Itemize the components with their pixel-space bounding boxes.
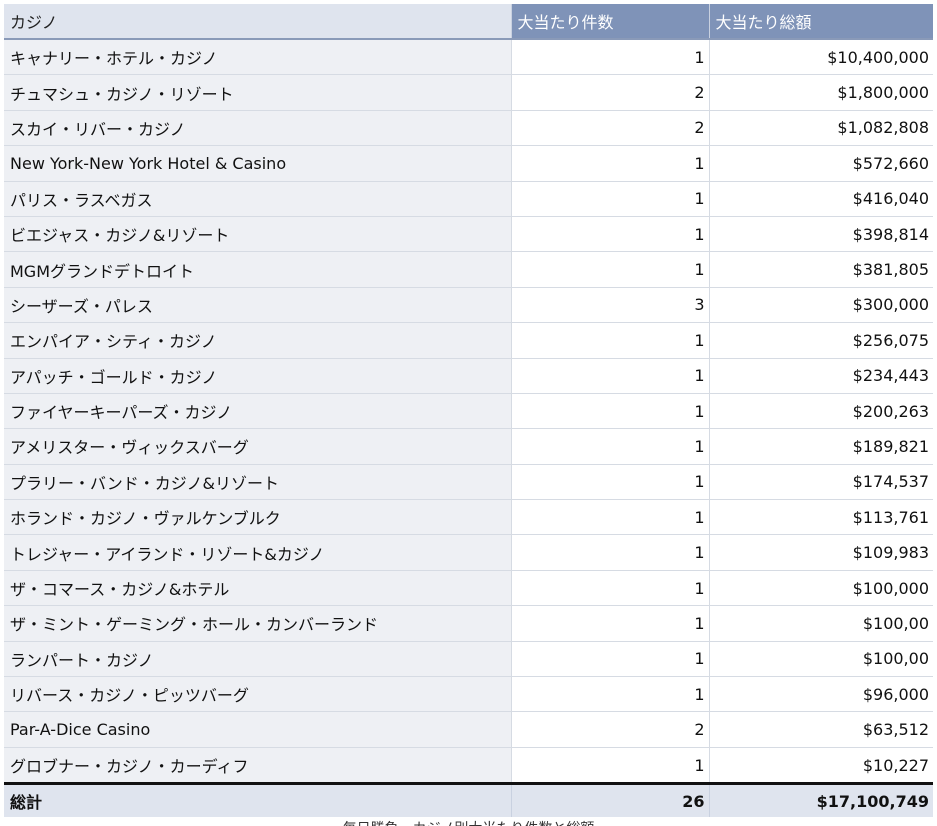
casino-name-cell: エンパイア・シティ・カジノ xyxy=(4,322,511,359)
table-row: ホランド・カジノ・ヴァルケンブルク 1 $113,761 xyxy=(4,499,933,536)
jackpot-total-cell: $300,000 xyxy=(708,287,933,324)
table-row: アメリスター・ヴィックスバーグ 1 $189,821 xyxy=(4,428,933,465)
table-row: ザ・コマース・カジノ&ホテル 1 $100,000 xyxy=(4,570,933,607)
jackpot-count-cell: 1 xyxy=(510,358,709,394)
total-count: 26 xyxy=(510,782,709,818)
table-row: ランパート・カジノ 1 $100,00 xyxy=(4,641,933,678)
casino-name-cell: チュマシュ・カジノ・リゾート xyxy=(4,74,511,111)
jackpot-count-cell: 3 xyxy=(510,287,709,324)
jackpot-total-cell: $174,537 xyxy=(708,464,933,501)
header-row: カジノ 大当たり件数 大当たり総額 xyxy=(4,4,933,40)
jackpot-total-cell: $572,660 xyxy=(708,145,933,182)
casino-name-cell: New York-New York Hotel & Casino xyxy=(4,145,511,182)
table-row: New York-New York Hotel & Casino 1 $572,66… xyxy=(4,145,933,182)
total-amount: $17,100,749 xyxy=(708,782,933,818)
jackpot-count-cell: 2 xyxy=(510,110,709,147)
table-row: エンパイア・シティ・カジノ 1 $256,075 xyxy=(4,322,933,359)
table-row: ファイヤーキーパーズ・カジノ 1 $200,263 xyxy=(4,393,933,430)
jackpot-total-cell: $189,821 xyxy=(708,428,933,465)
jackpot-total-cell: $10,400,000 xyxy=(708,39,933,76)
casino-name-cell: リバース・カジノ・ピッツバーグ xyxy=(4,676,511,713)
table-row: ザ・ミント・ゲーミング・ホール・カンバーランド 1 $100,00 xyxy=(4,605,933,642)
jackpot-total-cell: $234,443 xyxy=(708,358,933,394)
table-row: ビエジャス・カジノ&リゾート 1 $398,814 xyxy=(4,216,933,253)
total-label: 総計 xyxy=(4,782,511,818)
table-row: リバース・カジノ・ピッツバーグ 1 $96,000 xyxy=(4,676,933,713)
jackpot-count-cell: 1 xyxy=(510,181,709,217)
casino-name-cell: スカイ・リバー・カジノ xyxy=(4,110,511,147)
table-row: スカイ・リバー・カジノ 2 $1,082,808 xyxy=(4,110,933,147)
jackpot-total-cell: $381,805 xyxy=(708,251,933,288)
casino-name-cell: トレジャー・アイランド・リゾート&カジノ xyxy=(4,534,511,571)
jackpot-count-cell: 1 xyxy=(510,676,709,713)
jackpot-count-cell: 1 xyxy=(510,216,709,253)
casino-name-cell: アパッチ・ゴールド・カジノ xyxy=(4,358,511,394)
jackpot-total-cell: $100,00 xyxy=(708,641,933,678)
jackpot-count-cell: 1 xyxy=(510,393,709,430)
jackpot-total-cell: $100,00 xyxy=(708,605,933,642)
jackpot-count-cell: 1 xyxy=(510,145,709,182)
casino-name-cell: キャナリー・ホテル・カジノ xyxy=(4,39,511,76)
table-row: キャナリー・ホテル・カジノ 1 $10,400,000 xyxy=(4,39,933,76)
jackpot-total-cell: $256,075 xyxy=(708,322,933,359)
casino-name-cell: ファイヤーキーパーズ・カジノ xyxy=(4,393,511,430)
table-body: キャナリー・ホテル・カジノ 1 $10,400,000 チュマシュ・カジノ・リゾート 2… xyxy=(4,39,933,785)
jackpot-total-cell: $200,263 xyxy=(708,393,933,430)
page: カジノ 大当たり件数 大当たり総額 キャナリー・ホテル・カジノ 1 $10,400,… xyxy=(0,0,937,826)
jackpot-count-cell: 1 xyxy=(510,605,709,642)
total-row: 総計 26 $17,100,749 xyxy=(4,782,933,818)
table-row: Par-A-Dice Casino 2 $63,512 xyxy=(4,711,933,748)
jackpot-count-cell: 2 xyxy=(510,74,709,111)
casino-name-cell: Par-A-Dice Casino xyxy=(4,711,511,748)
jackpot-count-cell: 1 xyxy=(510,428,709,465)
casino-name-cell: ザ・ミント・ゲーミング・ホール・カンバーランド xyxy=(4,605,511,642)
jackpot-count-cell: 1 xyxy=(510,641,709,678)
table-row: プラリー・バンド・カジノ&リゾート 1 $174,537 xyxy=(4,464,933,501)
casino-name-cell: ビエジャス・カジノ&リゾート xyxy=(4,216,511,253)
jackpot-count-cell: 1 xyxy=(510,570,709,607)
jackpot-total-cell: $63,512 xyxy=(708,711,933,748)
jackpot-count-cell: 1 xyxy=(510,464,709,501)
casino-name-cell: アメリスター・ヴィックスバーグ xyxy=(4,428,511,465)
jackpot-total-cell: $416,040 xyxy=(708,181,933,217)
jackpot-table: カジノ 大当たり件数 大当たり総額 キャナリー・ホテル・カジノ 1 $10,400,… xyxy=(4,4,933,818)
jackpot-total-cell: $100,000 xyxy=(708,570,933,607)
header-jackpot-count[interactable]: 大当たり件数 xyxy=(510,4,709,40)
casino-name-cell: プラリー・バンド・カジノ&リゾート xyxy=(4,464,511,501)
casino-name-cell: MGMグランドデトロイト xyxy=(4,251,511,288)
jackpot-total-cell: $113,761 xyxy=(708,499,933,536)
casino-name-cell: グロブナー・カジノ・カーディフ xyxy=(4,747,511,785)
jackpot-count-cell: 1 xyxy=(510,499,709,536)
jackpot-count-cell: 2 xyxy=(510,711,709,748)
table-row: トレジャー・アイランド・リゾート&カジノ 1 $109,983 xyxy=(4,534,933,571)
jackpot-total-cell: $1,800,000 xyxy=(708,74,933,111)
casino-name-cell: ザ・コマース・カジノ&ホテル xyxy=(4,570,511,607)
casino-name-cell: ホランド・カジノ・ヴァルケンブルク xyxy=(4,499,511,536)
jackpot-count-cell: 1 xyxy=(510,747,709,785)
jackpot-total-cell: $10,227 xyxy=(708,747,933,785)
table-header: カジノ 大当たり件数 大当たり総額 xyxy=(4,4,933,40)
header-casino[interactable]: カジノ xyxy=(4,4,511,40)
table-row: グロブナー・カジノ・カーディフ 1 $10,227 xyxy=(4,747,933,785)
table-footer: 総計 26 $17,100,749 xyxy=(4,782,933,818)
table-caption: 毎日勝負、カジノ別大当たり件数と総額 xyxy=(0,818,937,826)
header-jackpot-total[interactable]: 大当たり総額 xyxy=(708,4,933,40)
table-row: MGMグランドデトロイト 1 $381,805 xyxy=(4,251,933,288)
casino-name-cell: ランパート・カジノ xyxy=(4,641,511,678)
jackpot-count-cell: 1 xyxy=(510,39,709,76)
jackpot-total-cell: $398,814 xyxy=(708,216,933,253)
jackpot-total-cell: $96,000 xyxy=(708,676,933,713)
table-row: アパッチ・ゴールド・カジノ 1 $234,443 xyxy=(4,358,933,394)
jackpot-count-cell: 1 xyxy=(510,322,709,359)
table-row: パリス・ラスベガス 1 $416,040 xyxy=(4,181,933,217)
jackpot-count-cell: 1 xyxy=(510,534,709,571)
casino-name-cell: シーザーズ・パレス xyxy=(4,287,511,324)
table-row: チュマシュ・カジノ・リゾート 2 $1,800,000 xyxy=(4,74,933,111)
table-row: シーザーズ・パレス 3 $300,000 xyxy=(4,287,933,324)
jackpot-total-cell: $109,983 xyxy=(708,534,933,571)
jackpot-total-cell: $1,082,808 xyxy=(708,110,933,147)
casino-name-cell: パリス・ラスベガス xyxy=(4,181,511,217)
jackpot-count-cell: 1 xyxy=(510,251,709,288)
